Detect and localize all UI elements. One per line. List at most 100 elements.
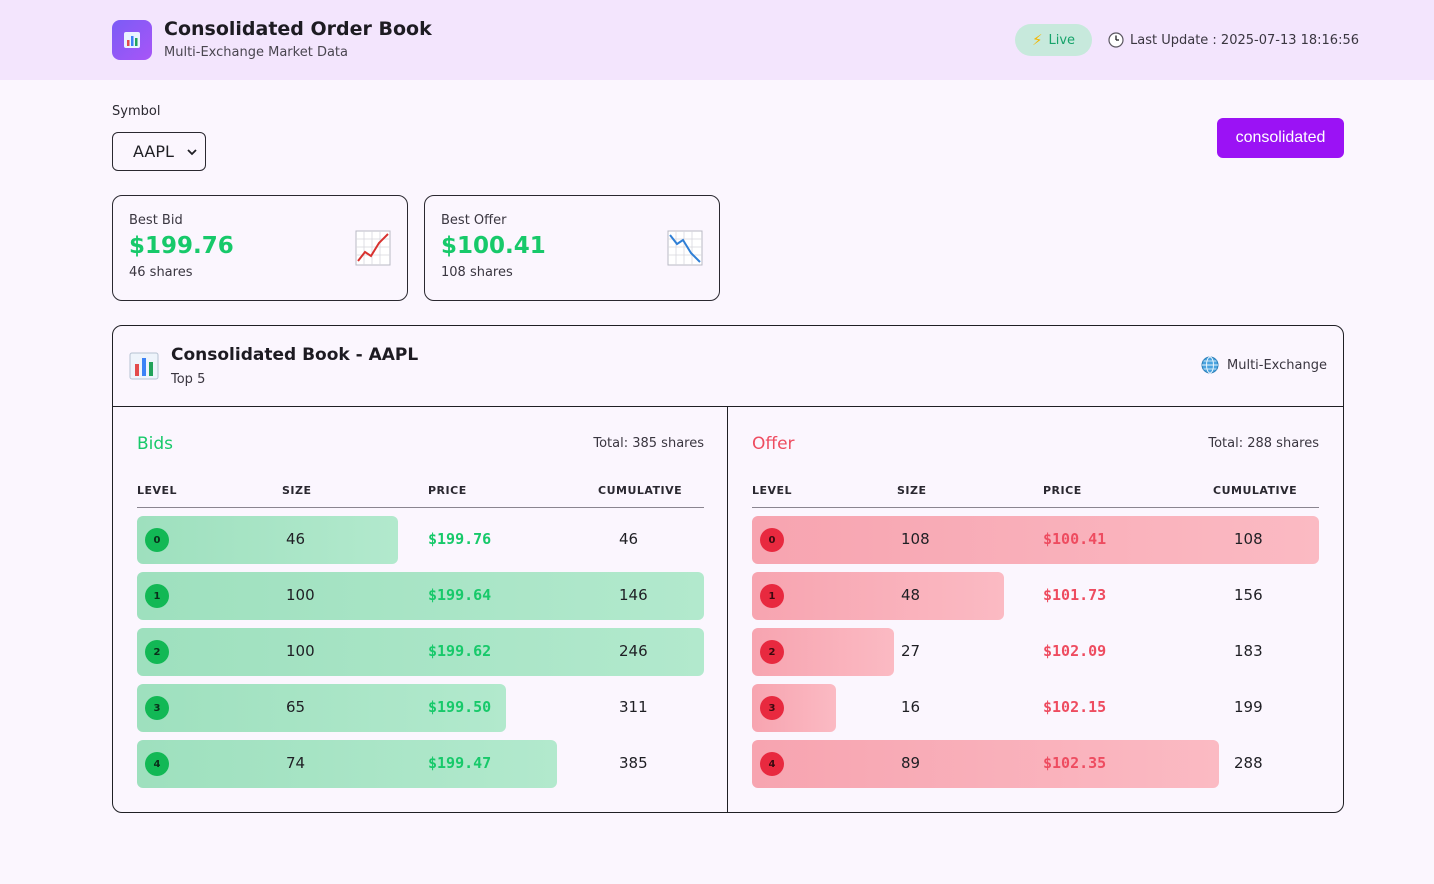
- bar-chart-icon: [129, 352, 159, 380]
- offers-row-level: 2: [760, 640, 784, 664]
- offers-depth-bar: [752, 740, 1219, 788]
- best-bid-shares: 46 shares: [129, 265, 193, 280]
- bids-row-cumulative: 146: [619, 586, 648, 604]
- offers-row-size: 108: [901, 530, 930, 548]
- offers-row: 3 16 $102.15 199: [752, 684, 1319, 732]
- offers-row-size: 48: [901, 586, 921, 604]
- bids-col-cumulative: CUMULATIVE: [598, 484, 683, 497]
- bids-row-level: 0: [145, 528, 169, 552]
- bids-row-price: $199.50: [428, 698, 492, 716]
- best-bid-label: Best Bid: [129, 213, 183, 228]
- order-book-source: Multi-Exchange: [1201, 356, 1327, 374]
- book-divider: [727, 407, 728, 813]
- offers-row-level: 1: [760, 584, 784, 608]
- bids-row-price: $199.62: [428, 642, 492, 660]
- bids-col-size: SIZE: [282, 484, 312, 497]
- last-update: Last Update : 2025-07-13 18:16:56: [1108, 30, 1359, 50]
- offers-col-level: LEVEL: [752, 484, 793, 497]
- bids-header-rule: [137, 507, 704, 508]
- best-offer-card: Best Offer $100.41 108 shares: [424, 195, 720, 301]
- offers-row-level: 4: [760, 752, 784, 776]
- order-book-panel: Consolidated Book - AAPL Top 5 Multi-Exc…: [112, 325, 1344, 813]
- offers-section: Offer Total: 288 shares LEVEL SIZE PRICE…: [752, 407, 1319, 813]
- bids-total: Total: 385 shares: [593, 436, 704, 451]
- offers-row-cumulative: 288: [1234, 754, 1263, 772]
- offers-row-price: $102.35: [1043, 754, 1107, 772]
- bids-row-cumulative: 385: [619, 754, 648, 772]
- chevron-down-icon: [187, 148, 197, 155]
- offers-col-price: PRICE: [1043, 484, 1082, 497]
- bids-row-level: 1: [145, 584, 169, 608]
- app-title: Consolidated Order Book: [164, 18, 432, 40]
- bids-row-cumulative: 246: [619, 642, 648, 660]
- bids-depth-bar: [137, 516, 398, 564]
- offers-row: 0 108 $100.41 108: [752, 516, 1319, 564]
- order-book-source-label: Multi-Exchange: [1227, 357, 1327, 373]
- offers-col-size: SIZE: [897, 484, 927, 497]
- bids-row-cumulative: 311: [619, 698, 648, 716]
- best-bid-price: $199.76: [129, 233, 234, 259]
- offers-title: Offer: [752, 434, 795, 454]
- globe-icon: [1201, 356, 1219, 374]
- best-bid-card: Best Bid $199.76 46 shares: [112, 195, 408, 301]
- symbol-label: Symbol: [112, 104, 161, 119]
- offers-row-cumulative: 108: [1234, 530, 1263, 548]
- app-header: Consolidated Order Book Multi-Exchange M…: [0, 0, 1434, 80]
- offers-row-size: 16: [901, 698, 921, 716]
- bids-row-size: 46: [286, 530, 306, 548]
- offers-row-price: $102.09: [1043, 642, 1107, 660]
- bids-title: Bids: [137, 434, 174, 454]
- bids-row-cumulative: 46: [619, 530, 639, 548]
- best-offer-price: $100.41: [441, 233, 546, 259]
- symbol-select-value: AAPL: [133, 142, 174, 161]
- bids-row-size: 100: [286, 642, 315, 660]
- offers-row-size: 89: [901, 754, 921, 772]
- bids-row-level: 3: [145, 696, 169, 720]
- bids-row-level: 2: [145, 640, 169, 664]
- bids-row-price: $199.47: [428, 754, 492, 772]
- bids-row: 2 100 $199.62 246: [137, 628, 704, 676]
- app-subtitle: Multi-Exchange Market Data: [164, 45, 348, 60]
- bids-row-price: $199.76: [428, 530, 492, 548]
- offers-col-cumulative: CUMULATIVE: [1213, 484, 1298, 497]
- bids-row: 0 46 $199.76 46: [137, 516, 704, 564]
- best-offer-shares: 108 shares: [441, 265, 513, 280]
- clock-icon: [1108, 32, 1124, 48]
- app-logo-icon: [112, 20, 152, 60]
- bids-row-level: 4: [145, 752, 169, 776]
- bids-row-size: 74: [286, 754, 306, 772]
- bids-col-price: PRICE: [428, 484, 467, 497]
- symbol-select[interactable]: AAPL: [112, 132, 206, 171]
- bids-row-size: 100: [286, 586, 315, 604]
- bids-row: 4 74 $199.47 385: [137, 740, 704, 788]
- offers-row-cumulative: 199: [1234, 698, 1263, 716]
- offers-row-size: 27: [901, 642, 921, 660]
- order-book-subtitle: Top 5: [171, 372, 206, 387]
- offers-row-price: $102.15: [1043, 698, 1107, 716]
- offers-header-rule: [752, 507, 1319, 508]
- bids-col-level: LEVEL: [137, 484, 178, 497]
- chart-increasing-icon: [355, 230, 391, 266]
- offers-row-level: 0: [760, 528, 784, 552]
- offers-row-level: 3: [760, 696, 784, 720]
- offers-row: 2 27 $102.09 183: [752, 628, 1319, 676]
- chart-decreasing-icon: [667, 230, 703, 266]
- offers-row-price: $101.73: [1043, 586, 1107, 604]
- consolidated-mode-button[interactable]: consolidated: [1217, 118, 1344, 158]
- live-status-badge: ⚡ Live: [1015, 24, 1092, 56]
- bids-section: Bids Total: 385 shares LEVEL SIZE PRICE …: [137, 407, 704, 813]
- bids-row-size: 65: [286, 698, 306, 716]
- offers-row-cumulative: 183: [1234, 642, 1263, 660]
- offers-row: 4 89 $102.35 288: [752, 740, 1319, 788]
- best-offer-label: Best Offer: [441, 213, 507, 228]
- bids-depth-bar: [137, 740, 557, 788]
- offers-row-price: $100.41: [1043, 530, 1107, 548]
- offers-depth-bar: [752, 572, 1004, 620]
- offers-row: 1 48 $101.73 156: [752, 572, 1319, 620]
- order-book-header: Consolidated Book - AAPL Top 5 Multi-Exc…: [113, 326, 1343, 407]
- offers-row-cumulative: 156: [1234, 586, 1263, 604]
- bids-row: 3 65 $199.50 311: [137, 684, 704, 732]
- live-status-label: Live: [1048, 32, 1076, 48]
- order-book-title: Consolidated Book - AAPL: [171, 345, 419, 365]
- last-update-text: Last Update : 2025-07-13 18:16:56: [1130, 32, 1360, 48]
